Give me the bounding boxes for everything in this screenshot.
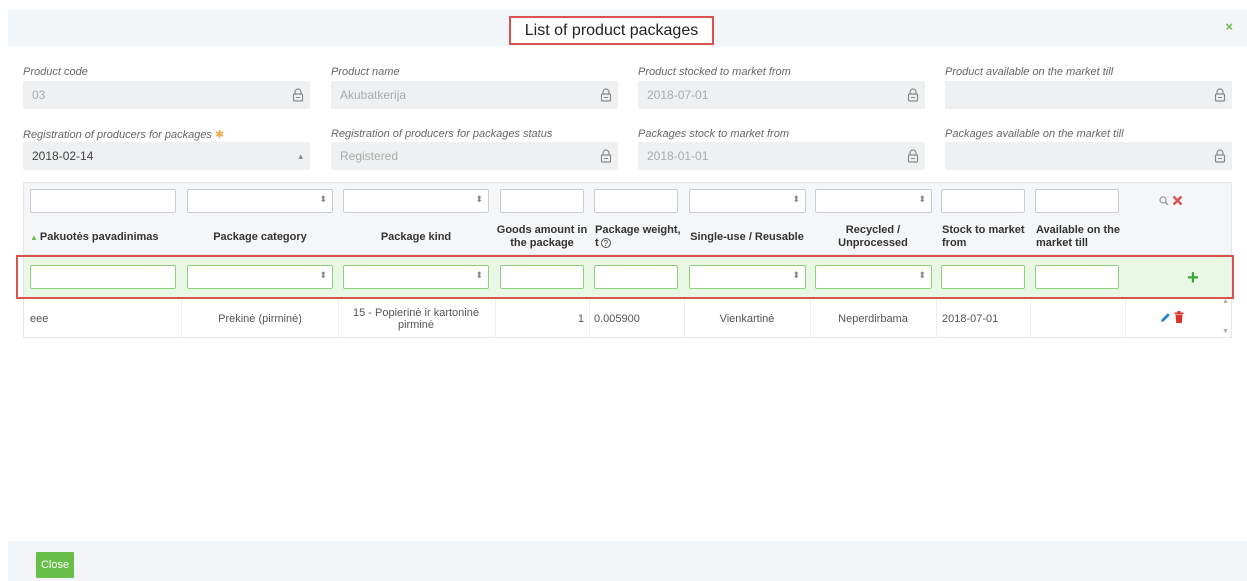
cell-single-use: Vienkartinė [719,312,775,325]
scroll-up-icon[interactable]: ▲ [1222,298,1229,305]
close-icon[interactable]: × [1225,19,1233,34]
cell-recycled: Neperdirbama [838,312,908,325]
column-header-recycled[interactable]: Recycled / Unprocessed [810,219,936,255]
filter-name-input[interactable] [30,189,176,213]
product-available-till-label: Product available on the market till [945,66,1114,78]
product-name-label: Product name [331,66,400,78]
registration-status-label: Registration of producers for packages s… [331,128,553,140]
select-arrow-icon: ⬍ [475,194,483,204]
column-header-category[interactable]: Package category [182,219,338,255]
cell-available-till [1036,300,1128,337]
lock-icon [907,149,919,163]
delete-icon[interactable] [1174,311,1184,323]
new-row-highlight [16,255,1234,299]
product-code-field: 03 [23,81,310,109]
product-stocked-from-value: 2018-07-01 [647,88,709,102]
filter-weight-input[interactable] [594,189,678,213]
packages-stock-from-field: 2018-01-01 [638,142,925,170]
filter-recycled-select[interactable]: ⬍ [815,189,932,213]
select-arrow-icon: ⬍ [792,194,800,204]
help-icon[interactable]: ? [600,238,611,248]
packages-available-till-field [945,142,1232,170]
column-divider [1125,300,1126,337]
column-header-single-use[interactable]: Single-use / Reusable [684,219,810,255]
column-header-weight[interactable]: Package weight, t? [595,219,683,255]
column-divider [1030,300,1031,337]
close-button[interactable]: Close [36,552,74,578]
registration-date-value: 2018-02-14 [32,149,94,163]
packages-stock-from-value: 2018-01-01 [647,149,709,163]
cell-goods-amount: 1 [577,312,584,325]
required-icon: ✱ [215,129,225,141]
lock-icon [600,88,612,102]
sort-asc-icon: ▲ [30,232,38,242]
column-divider [936,300,937,337]
select-arrow-icon: ⬍ [319,194,327,204]
registration-label: Registration of producers for packages ✱ [23,128,224,141]
cell-kind: 15 - Popierinė ir kartoninė pirminė [353,306,479,331]
lock-icon [907,88,919,102]
filter-goods-amount-input[interactable] [500,189,584,213]
product-available-till-field [945,81,1232,109]
search-icon[interactable] [1159,196,1169,206]
column-header-stock-from[interactable]: Stock to market from [942,219,1032,255]
product-code-label: Product code [23,66,88,78]
column-header-available-till[interactable]: Available on the market till [1036,219,1128,255]
lock-icon [292,88,304,102]
filter-stock-from-input[interactable] [941,189,1025,213]
filter-kind-select[interactable]: ⬍ [343,189,489,213]
scroll-down-icon[interactable]: ▼ [1222,328,1229,335]
cell-name: eee [30,312,49,325]
product-stocked-from-label: Product stocked to market from [638,66,791,78]
product-code-value: 03 [32,88,46,102]
lock-icon [1214,88,1226,102]
registration-status-value: Registered [340,149,399,163]
cell-stock-from: 2018-07-01 [942,312,999,325]
table-row[interactable]: eee Prekinė (pirminė) 15 - Popierinė ir … [24,300,1231,337]
column-header-goods-amount[interactable]: Goods amount in the package [496,219,588,255]
product-name-field: Akubatkerija [331,81,618,109]
cell-category: Prekinė (pirminė) [218,312,302,325]
registration-label-text: Registration of producers for packages [23,129,212,141]
edit-icon[interactable] [1160,312,1171,323]
column-header-name-text: Pakuotės pavadinimas [39,230,159,243]
product-name-value: Akubatkerija [340,88,407,102]
column-divider [338,300,339,337]
filter-category-select[interactable]: ⬍ [187,189,333,213]
lock-icon [1214,149,1226,163]
select-arrow-icon: ⬍ [918,194,926,204]
packages-available-till-label: Packages available on the market till [945,128,1124,140]
filter-available-till-input[interactable] [1035,189,1119,213]
clear-filter-icon[interactable] [1172,195,1183,206]
column-divider [589,300,590,337]
product-stocked-from-field: 2018-07-01 [638,81,925,109]
cell-weight: 0.005900 [594,312,640,325]
registration-status-field: Registered [331,142,618,170]
row-scrollbar[interactable]: ▲ ▼ [1222,298,1230,338]
filter-row: ⬍ ⬍ ⬍ ⬍ [24,183,1231,219]
lock-icon [600,149,612,163]
modal-footer [8,541,1247,581]
filter-single-use-select[interactable]: ⬍ [689,189,806,213]
modal-title: List of product packages [509,16,714,45]
packages-stock-from-label: Packages stock to market from [638,128,789,140]
column-header-kind[interactable]: Package kind [338,219,494,255]
column-header-name[interactable]: ▲ Pakuotės pavadinimas [30,219,180,255]
registration-date-select[interactable]: 2018-02-14 ▴▾ [23,142,310,189]
